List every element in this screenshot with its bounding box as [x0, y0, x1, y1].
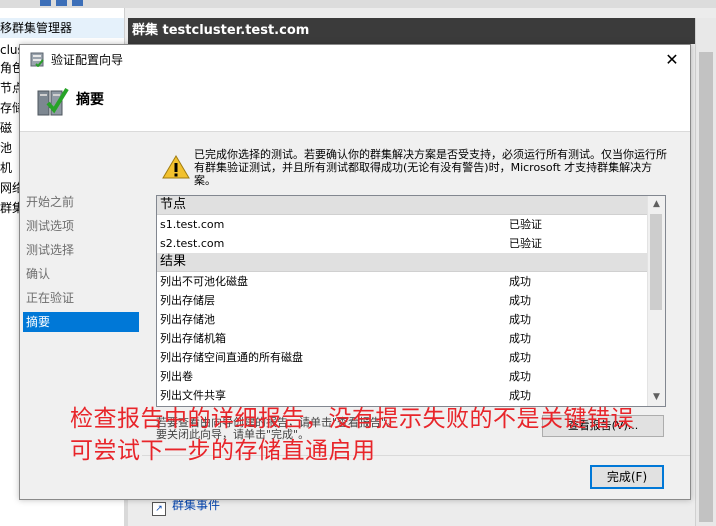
toolbar-up-icon[interactable] — [72, 0, 83, 6]
details-scrollbar[interactable] — [695, 18, 716, 526]
toolbar-back-icon[interactable] — [40, 0, 51, 6]
step-validating[interactable]: 正在验证 — [23, 288, 139, 308]
warning-icon — [162, 155, 190, 179]
summary-message: 已完成你选择的测试。若要确认你的群集解决方案是否受支持，必须运行所有测试。仅当你… — [194, 148, 667, 187]
cluster-events-label[interactable]: 群集事件 — [172, 498, 220, 512]
server-validation-icon — [37, 87, 69, 116]
tree-item-pools[interactable]: 池 — [0, 138, 12, 158]
list-item[interactable]: 列出卷 成功 — [157, 367, 647, 386]
test-name: 列出卷 — [160, 370, 193, 383]
tree-root-item[interactable]: 移群集管理器 — [0, 18, 124, 38]
step-summary[interactable]: 摘要 — [23, 312, 139, 332]
tree-item-disks[interactable]: 磁 — [0, 118, 12, 138]
results-list-body: 节点 s1.test.com 已验证 s2.test.com 已验证 结果 列出… — [157, 196, 647, 405]
wizard-header: 摘要 — [20, 75, 690, 132]
annotation-line2: 可尝试下一步的存储直通启用 — [70, 438, 376, 464]
toolbar-forward-icon[interactable] — [56, 0, 67, 6]
list-item[interactable]: 列出存储池 成功 — [157, 310, 647, 329]
list-item[interactable]: 列出存储空间直通的所有磁盘 成功 — [157, 348, 647, 367]
results-scrollbar-thumb[interactable] — [650, 214, 662, 310]
step-testing-options[interactable]: 测试选项 — [23, 216, 139, 236]
test-name: 列出文件共享 — [160, 389, 226, 402]
test-result: 成功 — [509, 351, 531, 364]
results-list[interactable]: 节点 s1.test.com 已验证 s2.test.com 已验证 结果 列出… — [156, 195, 666, 407]
tree-item-enclosures[interactable]: 机 — [0, 158, 12, 178]
test-name: 列出存储池 — [160, 313, 215, 326]
test-result: 成功 — [509, 294, 531, 307]
step-test-selection[interactable]: 测试选择 — [23, 240, 139, 260]
node-status: 已验证 — [509, 237, 542, 250]
event-log-icon: ↗ — [152, 502, 166, 516]
section-header-nodes: 节点 — [157, 196, 647, 215]
dialog-title-bar[interactable]: 验证配置向导 ✕ — [20, 45, 690, 75]
test-result: 成功 — [509, 370, 531, 383]
test-result: 成功 — [509, 332, 531, 345]
step-before-you-begin[interactable]: 开始之前 — [23, 192, 139, 212]
details-scrollbar-thumb[interactable] — [699, 52, 713, 522]
results-scrollbar[interactable]: ▲ ▼ — [647, 196, 665, 406]
test-result: 成功 — [509, 313, 531, 326]
cluster-header: 群集 testcluster.test.com — [128, 18, 695, 44]
wizard-app-icon — [30, 52, 44, 67]
list-item[interactable]: s1.test.com 已验证 — [157, 215, 647, 234]
list-item[interactable]: 列出存储机箱 成功 — [157, 329, 647, 348]
node-name: s2.test.com — [160, 237, 225, 250]
list-item[interactable]: 列出存储层 成功 — [157, 291, 647, 310]
section-header-results: 结果 — [157, 253, 647, 272]
finish-button[interactable]: 完成(F) — [590, 465, 664, 489]
test-name: 列出不可池化磁盘 — [160, 275, 248, 288]
annotation-line1: 检查报告中的详细报告，没有提示失败的不是关键错误 — [70, 406, 634, 432]
test-name: 列出存储机箱 — [160, 332, 226, 345]
page-title: 摘要 — [76, 92, 104, 108]
node-name: s1.test.com — [160, 218, 225, 231]
step-confirmation[interactable]: 确认 — [23, 264, 139, 284]
test-name: 列出存储层 — [160, 294, 215, 307]
list-item[interactable]: s2.test.com 已验证 — [157, 234, 647, 253]
scroll-up-icon[interactable]: ▲ — [648, 196, 665, 213]
node-status: 已验证 — [509, 218, 542, 231]
test-result: 成功 — [509, 275, 531, 288]
annotation-overlay: 检查报告中的详细报告，没有提示失败的不是关键错误 可尝试下一步的存储直通启用 — [70, 403, 670, 467]
test-name: 列出存储空间直通的所有磁盘 — [160, 351, 303, 364]
list-item[interactable]: 列出不可池化磁盘 成功 — [157, 272, 647, 291]
close-icon[interactable]: ✕ — [660, 49, 684, 71]
dialog-title: 验证配置向导 — [51, 53, 124, 67]
